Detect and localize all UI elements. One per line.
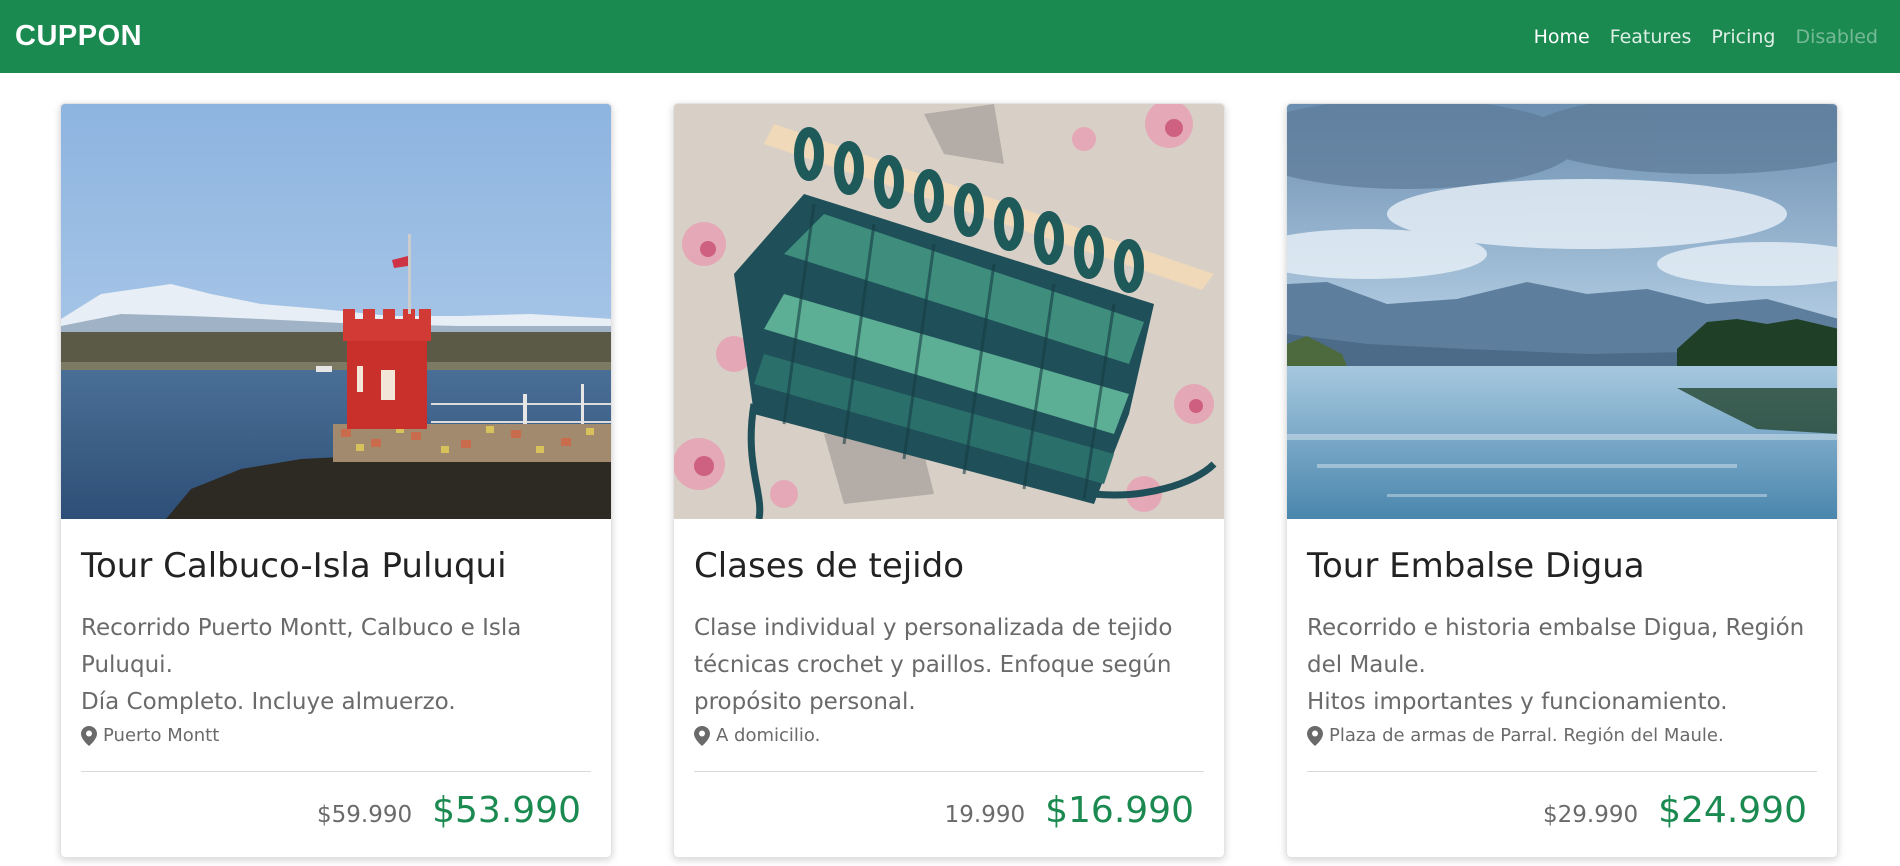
- card-image-knitting[interactable]: [674, 104, 1224, 519]
- deal-card[interactable]: Tour Embalse Digua Recorrido e historia …: [1286, 103, 1838, 858]
- lighthouse-photo: [61, 104, 611, 519]
- map-marker-icon: [81, 725, 97, 746]
- card-description: Clase individual y personalizada de teji…: [694, 615, 1173, 716]
- map-marker-icon: [1307, 725, 1323, 746]
- location-text: A domicilio.: [716, 725, 821, 747]
- new-price: $24.990: [1658, 790, 1807, 832]
- card-title[interactable]: Tour Embalse Digua: [1307, 546, 1817, 586]
- card-location: A domicilio.: [694, 725, 1204, 746]
- card-description: Recorrido Puerto Montt, Calbuco e Isla P…: [81, 615, 522, 679]
- card-image-reservoir[interactable]: [1287, 104, 1837, 519]
- card-body: Tour Embalse Digua Recorrido e historia …: [1287, 519, 1837, 773]
- nav-link-pricing[interactable]: Pricing: [1711, 26, 1775, 48]
- nav-link-features[interactable]: Features: [1610, 26, 1692, 48]
- card-description-extra: Día Completo. Incluye almuerzo.: [81, 689, 456, 716]
- location-text: Puerto Montt: [103, 725, 220, 747]
- card-description: Recorrido e historia embalse Digua, Regi…: [1307, 615, 1805, 679]
- card-body: Tour Calbuco-Isla Puluqui Recorrido Puer…: [61, 519, 611, 773]
- map-marker-icon: [694, 725, 710, 746]
- new-price: $53.990: [432, 790, 581, 832]
- brand-logo[interactable]: CUPPON: [15, 20, 142, 53]
- location-text: Plaza de armas de Parral. Región del Mau…: [1329, 725, 1724, 747]
- knitting-photo: [674, 104, 1224, 519]
- card-price-row: 19.990 $16.990: [674, 772, 1224, 831]
- old-price: $29.990: [1543, 802, 1639, 829]
- nav-link-home[interactable]: Home: [1534, 26, 1590, 48]
- card-price-row: $59.990 $53.990: [61, 772, 611, 831]
- nav-link-disabled: Disabled: [1795, 25, 1878, 48]
- nav-links: Home Features Pricing Disabled: [1514, 26, 1878, 48]
- card-body: Clases de tejido Clase individual y pers…: [674, 519, 1224, 773]
- top-navbar: CUPPON Home Features Pricing Disabled: [0, 0, 1900, 73]
- new-price: $16.990: [1045, 790, 1194, 832]
- card-price-row: $29.990 $24.990: [1287, 772, 1837, 831]
- deal-card[interactable]: Clases de tejido Clase individual y pers…: [673, 103, 1225, 858]
- card-image-lighthouse[interactable]: [61, 104, 611, 519]
- card-title[interactable]: Clases de tejido: [694, 546, 1204, 586]
- deal-card[interactable]: Tour Calbuco-Isla Puluqui Recorrido Puer…: [60, 103, 612, 858]
- old-price: 19.990: [944, 802, 1026, 829]
- card-location: Puerto Montt: [81, 725, 591, 746]
- card-location: Plaza de armas de Parral. Región del Mau…: [1307, 725, 1817, 746]
- card-description-extra: Hitos importantes y funcionamiento.: [1307, 689, 1728, 716]
- reservoir-photo: [1287, 104, 1837, 519]
- card-title[interactable]: Tour Calbuco-Isla Puluqui: [81, 546, 591, 586]
- old-price: $59.990: [317, 802, 413, 829]
